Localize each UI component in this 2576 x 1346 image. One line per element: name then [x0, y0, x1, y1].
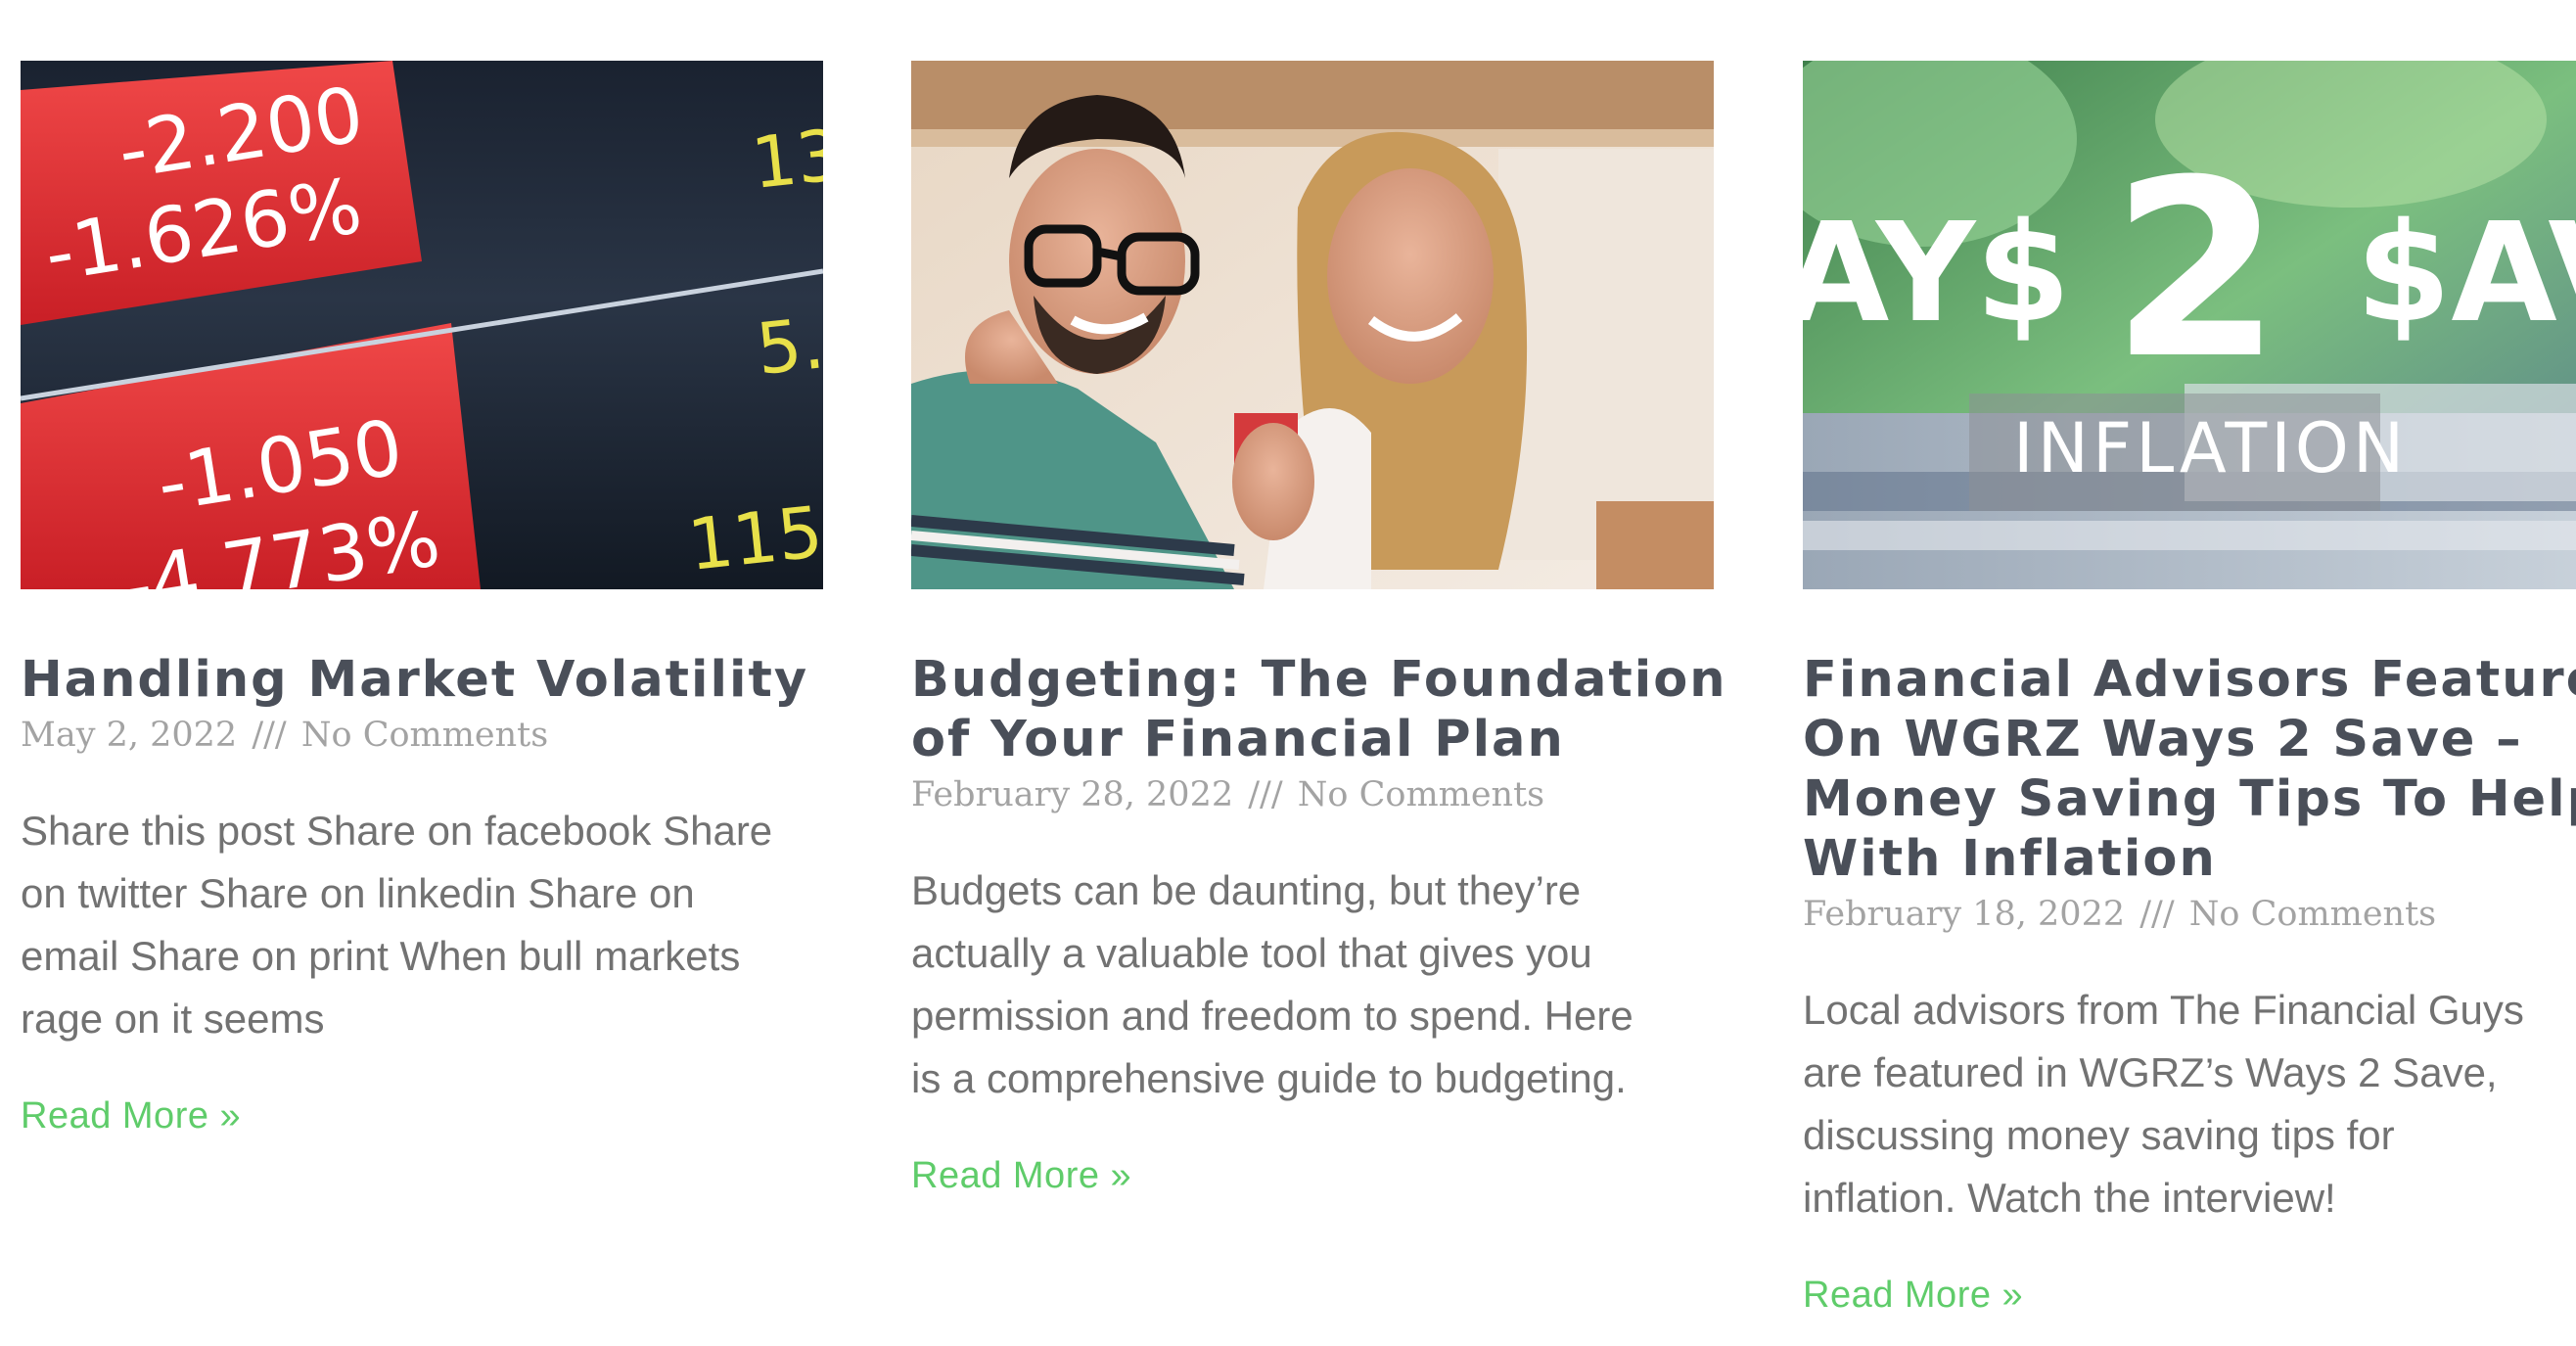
post-title: Financial Advisors Featured On WGRZ Ways…: [1803, 650, 2576, 889]
read-more-link[interactable]: Read More »: [911, 1153, 1131, 1198]
post-title-link[interactable]: Handling Market Volatility: [21, 650, 823, 710]
excerpt-line: Local advisors from The Financial Guys: [1803, 987, 2524, 1033]
ticker-text: 13: [748, 114, 823, 205]
post-thumbnail-link[interactable]: -2.200 -1.626% -1.050 -4.773% 13 5. 115: [21, 61, 823, 589]
read-more-link[interactable]: Read More »: [1803, 1273, 2023, 1318]
excerpt-line: Budgets can be daunting, but they’re: [911, 867, 1582, 913]
post-excerpt: Share this post Share on facebook Share …: [21, 800, 823, 1050]
post-card: -2.200 -1.626% -1.050 -4.773% 13 5. 115 …: [21, 61, 823, 1138]
post-title-line: Financial Advisors Featured: [1803, 651, 2576, 709]
excerpt-line: is a comprehensive guide to budgeting.: [911, 1055, 1627, 1101]
ticker-text: 5.: [753, 302, 823, 391]
blog-post-grid: -2.200 -1.626% -1.050 -4.773% 13 5. 115 …: [0, 0, 2576, 1346]
post-excerpt: Budgets can be daunting, but they’re act…: [911, 859, 1714, 1110]
post-comments: No Comments: [2188, 895, 2437, 934]
meta-separator: ///: [1248, 775, 1283, 814]
post-title-line: Budgeting: The Foundation: [911, 651, 1727, 709]
logo-text: AY$: [1803, 194, 2071, 353]
post-comments: No Comments: [300, 716, 549, 755]
excerpt-line: are featured in WGRZ’s Ways 2 Save,: [1803, 1049, 2498, 1095]
logo-subtext: INFLATION: [2013, 408, 2408, 488]
post-card: AY$ 2 $AV INFLATION Financial Advisors F…: [1803, 61, 2576, 1318]
meta-separator: ///: [2139, 895, 2175, 934]
post-title-link[interactable]: Financial Advisors Featured On WGRZ Ways…: [1803, 650, 2576, 889]
ways-2-save-image: AY$ 2 $AV INFLATION: [1803, 61, 2576, 589]
post-title-line: Handling Market Volatility: [21, 651, 809, 709]
post-title-line: of Your Financial Plan: [911, 711, 1565, 768]
post-date: February 28, 2022: [911, 775, 1234, 814]
couple-photo-image: [911, 61, 1714, 589]
excerpt-line: discussing money saving tips for: [1803, 1112, 2395, 1158]
logo-number: 2: [2111, 127, 2281, 412]
excerpt-line: email Share on print When bull markets: [21, 933, 741, 979]
excerpt-line: permission and freedom to spend. Here: [911, 993, 1633, 1039]
logo-text: $AV: [2356, 194, 2576, 353]
post-title: Budgeting: The Foundation of Your Financ…: [911, 650, 1727, 769]
read-more-link[interactable]: Read More »: [21, 1093, 241, 1138]
excerpt-line: Share this post Share on facebook Share: [21, 808, 773, 854]
post-date: May 2, 2022: [21, 716, 238, 755]
excerpt-line: on twitter Share on linkedin Share on: [21, 870, 695, 916]
post-title-line: With Inflation: [1803, 830, 2217, 888]
ticker-text: 115: [684, 490, 823, 586]
post-title-link[interactable]: Budgeting: The Foundation of Your Financ…: [911, 650, 1727, 769]
meta-separator: ///: [252, 716, 287, 755]
post-title-line: On WGRZ Ways 2 Save –: [1803, 711, 2523, 768]
post-title-line: Money Saving Tips To Help: [1803, 770, 2576, 828]
post-meta: May 2, 2022 /// No Comments: [21, 714, 823, 757]
post-comments: No Comments: [1297, 775, 1545, 814]
excerpt-line: inflation. Watch the interview!: [1803, 1175, 2336, 1221]
excerpt-line: rage on it seems: [21, 996, 325, 1042]
post-card: Budgeting: The Foundation of Your Financ…: [911, 61, 1727, 1198]
post-meta: February 18, 2022 /// No Comments: [1803, 893, 2576, 936]
post-excerpt: Local advisors from The Financial Guys a…: [1803, 979, 2576, 1230]
post-title: Handling Market Volatility: [21, 650, 823, 710]
stock-ticker-image: -2.200 -1.626% -1.050 -4.773% 13 5. 115: [21, 61, 823, 589]
post-thumbnail-link[interactable]: [911, 61, 1714, 589]
post-meta: February 28, 2022 /// No Comments: [911, 773, 1714, 816]
excerpt-line: actually a valuable tool that gives you: [911, 930, 1592, 976]
post-date: February 18, 2022: [1803, 895, 2126, 934]
post-thumbnail-link[interactable]: AY$ 2 $AV INFLATION: [1803, 61, 2576, 589]
